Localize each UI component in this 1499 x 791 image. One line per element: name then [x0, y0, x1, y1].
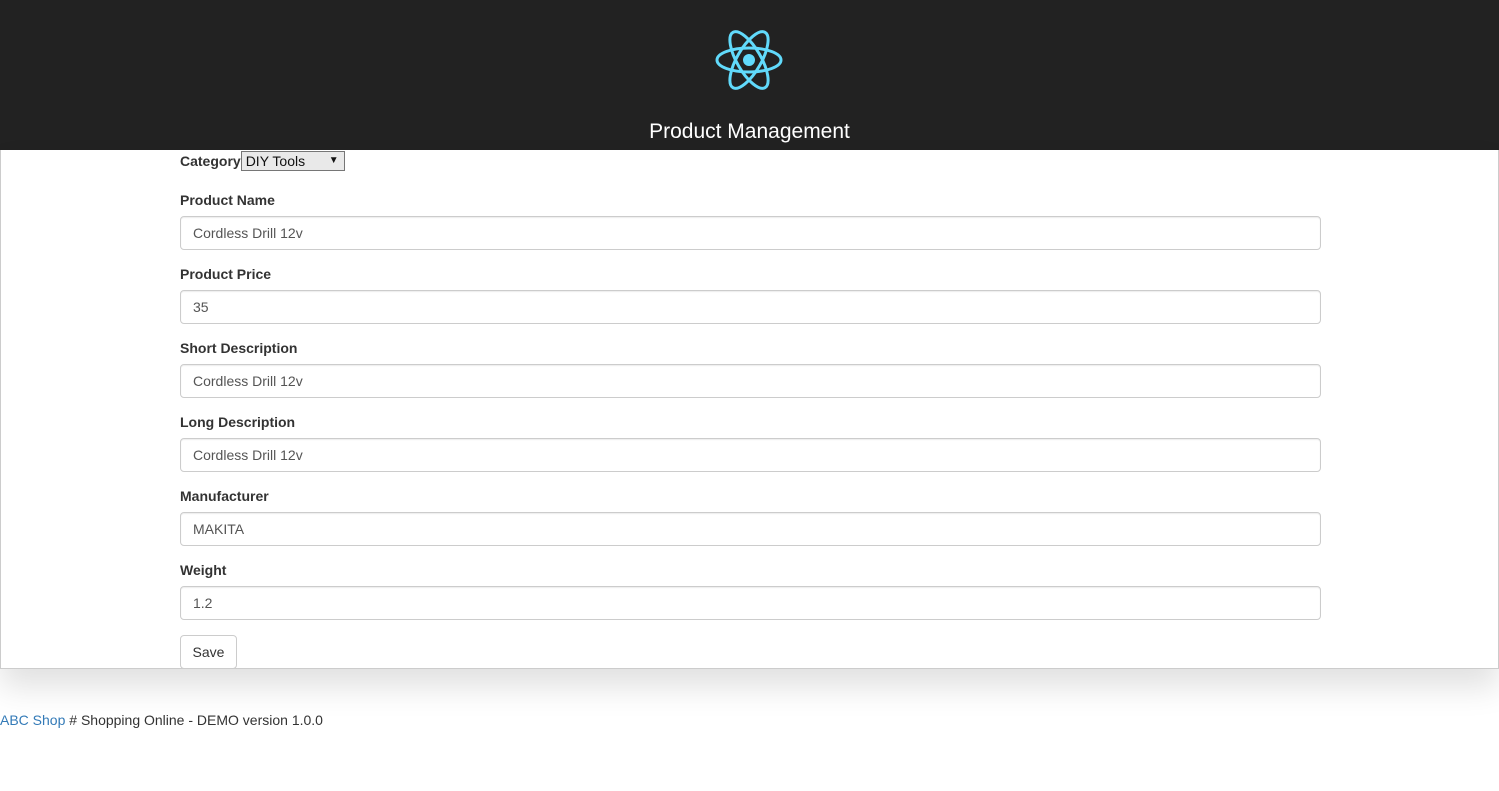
category-selected-value: DIY Tools	[245, 153, 306, 169]
category-row: Category DIY Tools ▼	[180, 151, 345, 171]
category-select[interactable]: DIY Tools ▼	[240, 151, 345, 171]
long-description-field: Long Description Cordless Drill 12v	[180, 412, 1321, 472]
product-price-value: 35	[193, 299, 209, 315]
dropdown-arrow-icon: ▼	[328, 155, 339, 166]
manufacturer-field: Manufacturer MAKITA	[180, 486, 1321, 546]
product-price-input[interactable]: 35	[180, 290, 1321, 324]
category-label: Category	[180, 153, 241, 169]
product-name-field: Product Name Cordless Drill 12v	[180, 190, 1321, 250]
manufacturer-label: Manufacturer	[180, 488, 269, 504]
product-name-input[interactable]: Cordless Drill 12v	[180, 216, 1321, 250]
product-name-value: Cordless Drill 12v	[193, 225, 303, 241]
abc-shop-link[interactable]: ABC Shop	[0, 712, 65, 728]
weight-input[interactable]: 1.2	[180, 586, 1321, 620]
weight-value: 1.2	[193, 595, 213, 611]
product-price-field: Product Price 35	[180, 264, 1321, 324]
manufacturer-value: MAKITA	[193, 521, 245, 537]
product-form-panel: Category DIY Tools ▼ Product Name Cordle…	[0, 150, 1499, 669]
react-logo-icon	[715, 30, 783, 90]
short-description-field: Short Description Cordless Drill 12v	[180, 338, 1321, 398]
short-description-value: Cordless Drill 12v	[193, 373, 303, 389]
weight-label: Weight	[180, 562, 227, 578]
weight-field: Weight 1.2	[180, 560, 1321, 620]
page-title: Product Management	[649, 120, 850, 143]
product-price-label: Product Price	[180, 266, 272, 282]
product-name-label: Product Name	[180, 192, 275, 208]
short-description-label: Short Description	[180, 340, 298, 356]
app-header: Product Management	[0, 0, 1499, 150]
footer-text: # Shopping Online - DEMO version 1.0.0	[65, 712, 323, 728]
short-description-input[interactable]: Cordless Drill 12v	[180, 364, 1321, 398]
footer: ABC Shop # Shopping Online - DEMO versio…	[0, 711, 323, 729]
save-button[interactable]: Save	[180, 635, 237, 669]
manufacturer-input[interactable]: MAKITA	[180, 512, 1321, 546]
long-description-input[interactable]: Cordless Drill 12v	[180, 438, 1321, 472]
long-description-label: Long Description	[180, 414, 296, 430]
long-description-value: Cordless Drill 12v	[193, 447, 303, 463]
